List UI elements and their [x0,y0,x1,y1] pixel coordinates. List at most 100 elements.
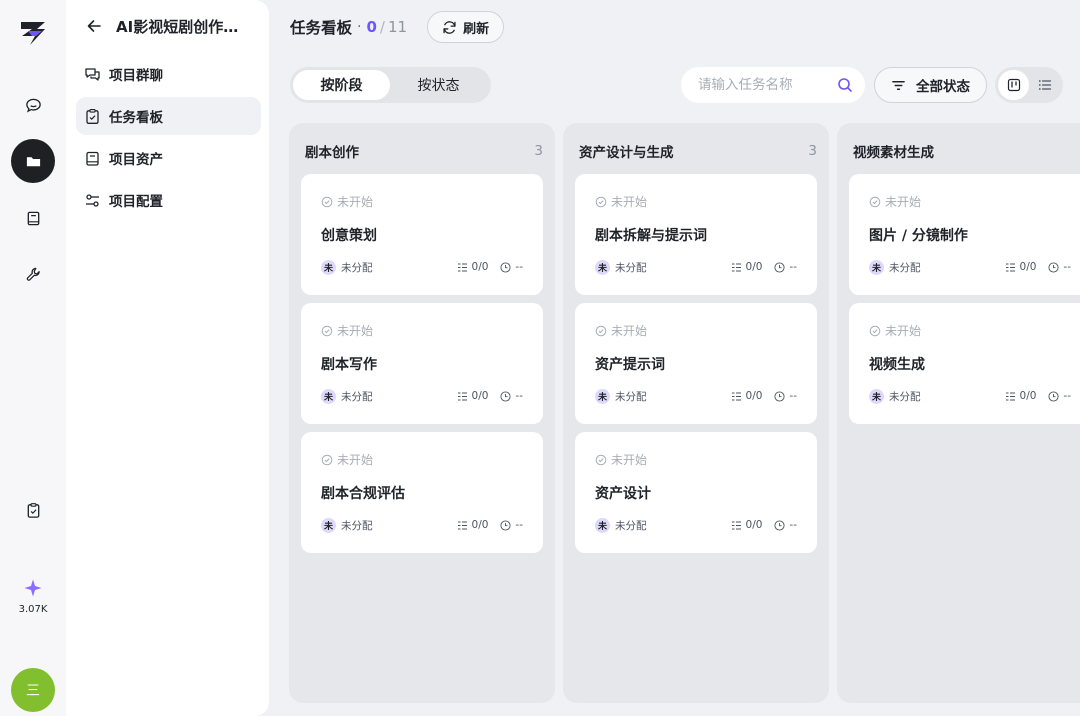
task-card[interactable]: 未开始 创意策划未未分配 0/0 -- [301,174,543,295]
due-date[interactable]: -- [500,390,523,402]
rail-tasks-button[interactable] [11,488,55,532]
sidebar-item-settings[interactable]: 项目配置 [76,181,261,219]
group-by-stage-tab[interactable]: 按阶段 [293,70,390,100]
task-name: 剧本写作 [321,357,377,373]
assignee-avatar[interactable]: 未 [595,388,610,404]
count-slash: / [379,18,385,36]
kanban-board: 剧本创作 3 未开始 创意策划未未分配 0/0 -- 未开始 剧本写作未未分配 0/0 -- 未开始… [289,123,1080,716]
sidebar-item-assets[interactable]: 项目资产 [76,139,261,177]
due-date[interactable]: -- [500,519,523,531]
task-card[interactable]: 未开始剧本拆解与提示词未未分配 0/0 -- [575,174,817,295]
task-status: 未开始 [321,322,373,339]
board-view-button[interactable] [998,70,1029,100]
task-footer: 未未分配 0/0 -- [595,388,797,404]
status-circle-icon [595,196,607,207]
assignee-name[interactable]: 未分配 [615,389,647,404]
back-button[interactable] [82,14,106,38]
task-status-label: 未开始 [611,195,648,209]
rail-library-button[interactable] [11,196,55,240]
assignee-name[interactable]: 未分配 [341,260,373,275]
rail-tools-button[interactable] [11,252,55,296]
subtask-value: 0/0 [471,261,489,273]
task-card[interactable]: 未开始 图片 / 分镜制作未未分配 0/0 -- [849,174,1080,295]
task-status: 未开始 [595,193,647,210]
sidebar-item-label: 项目配置 [109,194,163,210]
task-footer: 未未分配 0/0 -- [321,388,523,404]
clock-icon [500,519,511,531]
due-date[interactable]: -- [1048,261,1071,273]
due-value: -- [789,261,797,273]
due-date[interactable]: -- [1048,390,1071,402]
assignee-name[interactable]: 未分配 [615,518,647,533]
task-card[interactable]: 未开始 资产设计未未分配 0/0 -- [575,432,817,553]
due-date[interactable]: -- [774,261,797,273]
due-date[interactable]: -- [500,261,523,273]
subtask-icon [731,263,741,271]
assignee-avatar[interactable]: 未 [321,259,336,275]
assignee-avatar[interactable]: 未 [321,388,336,404]
task-footer: 未未分配 0/0 -- [321,259,523,275]
group-by-toggle: 按阶段 按状态 [290,67,491,103]
status-filter-button[interactable]: 全部状态 [874,67,987,103]
column-name: 剧本创作 [305,145,359,161]
task-name: 资产提示词 [595,357,665,373]
rail-projects-button[interactable] [11,139,55,183]
assignee-name[interactable]: 未分配 [341,389,373,404]
credits-count: 3.07K [18,604,48,615]
task-card[interactable]: 未开始 资产提示词未未分配 0/0 -- [575,303,817,424]
task-card[interactable]: 未开始剧本写作未未分配 0/0 -- [301,303,543,424]
subtask-icon [731,521,741,529]
rail-chat-button[interactable] [11,83,55,127]
assignee-avatar[interactable]: 未 [595,517,610,533]
sidebar-item-group-chat[interactable]: 项目群聊 [76,55,261,93]
credits-widget[interactable]: 3.07K [0,578,66,615]
clock-icon [774,261,785,273]
completed-count: 0 [366,18,377,36]
sidebar-item-label: 项目资产 [109,152,163,168]
assignee-avatar[interactable]: 未 [595,259,610,275]
subtask-value: 0/0 [471,519,489,531]
assignee-name[interactable]: 未分配 [889,389,921,404]
subtask-value: 0/0 [745,261,763,273]
refresh-icon [443,20,456,34]
due-value: -- [1063,261,1071,273]
settings-sliders-icon [86,193,99,207]
due-date[interactable]: -- [774,390,797,402]
column-name: 资产设计与生成 [579,145,674,161]
assignee-avatar[interactable]: 未 [869,388,884,404]
task-meta: 0/0 -- [457,519,523,531]
task-name: 剧本拆解与提示词 [595,228,707,244]
subtask-value: 0/0 [745,390,763,402]
refresh-button[interactable]: 刷新 [427,11,505,43]
assignee-avatar[interactable]: 未 [321,517,336,533]
group-by-status-tab[interactable]: 按状态 [390,70,487,100]
task-card[interactable]: 未开始 视频生成未未分配 0/0 -- [849,303,1080,424]
sidebar-item-task-board[interactable]: 任务看板 [76,97,261,135]
app-rail: 3.07K 三 [0,0,66,716]
user-avatar[interactable]: 三 [11,668,55,712]
folder-icon [26,156,40,166]
task-meta: 0/0 -- [731,261,797,273]
subtask-icon [457,521,467,529]
subtask-value: 0/0 [1019,261,1037,273]
assignee-name[interactable]: 未分配 [889,260,921,275]
due-date[interactable]: -- [774,519,797,531]
search-icon[interactable] [837,77,853,93]
page-header: 任务看板 · 0 / 11 刷新 [290,11,505,43]
column-header: 视频素材生成2 [853,141,1080,161]
app-logo-icon[interactable] [18,18,48,48]
assignee-name[interactable]: 未分配 [615,260,647,275]
total-count: 11 [387,18,408,36]
wrench-icon [26,267,40,281]
list-view-button[interactable] [1029,70,1060,100]
assignee-avatar[interactable]: 未 [869,259,884,275]
task-card[interactable]: 未开始 剧本合规评估未未分配 0/0 -- [301,432,543,553]
search-input[interactable] [698,77,828,93]
assignee-name[interactable]: 未分配 [341,518,373,533]
task-status-label: 未开始 [885,195,922,209]
subtask-icon [1005,392,1015,400]
task-status: 未开始 [869,193,921,210]
status-circle-icon [869,325,881,336]
clock-icon [774,519,785,531]
due-value: -- [789,390,797,402]
